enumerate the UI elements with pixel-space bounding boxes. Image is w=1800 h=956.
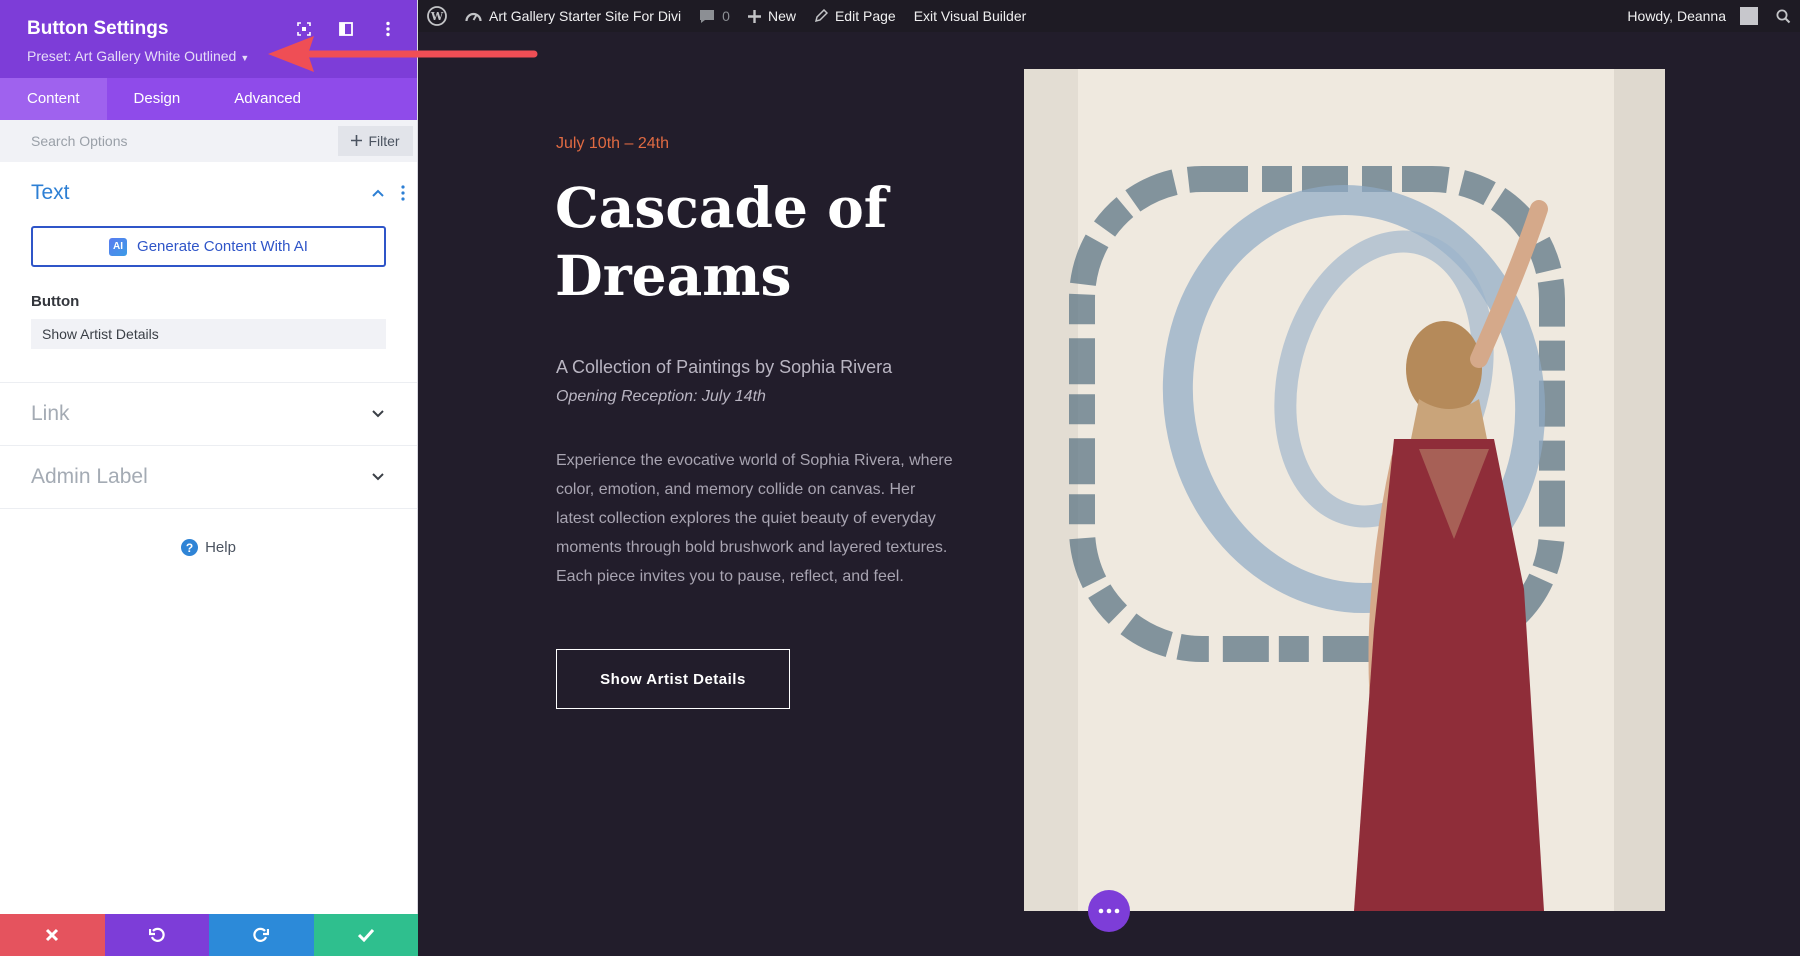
collection-subtitle: A Collection of Paintings by Sophia Rive…	[556, 357, 893, 377]
edit-page-link[interactable]: Edit Page	[805, 0, 905, 32]
edit-page-label: Edit Page	[834, 8, 896, 24]
new-label: New	[767, 8, 796, 24]
tab-content[interactable]: Content	[0, 78, 107, 120]
preset-selector[interactable]: Preset: Art Gallery White Outlined	[27, 48, 236, 64]
greeting: Howdy, Deanna	[1627, 8, 1726, 24]
plus-icon	[747, 9, 761, 23]
undo-icon	[148, 927, 165, 942]
wordpress-logo[interactable]: W	[418, 0, 456, 32]
comments-count: 0	[722, 8, 730, 24]
section-text-body: AI Generate Content With AI Button	[0, 224, 417, 382]
section-link-toggle[interactable]: Link	[0, 383, 417, 445]
filter-button[interactable]: Filter	[338, 126, 413, 156]
undo-button[interactable]	[104, 914, 209, 956]
section-admin-label-toggle[interactable]: Admin Label	[0, 446, 417, 508]
wordpress-icon: W	[427, 6, 447, 26]
tab-design[interactable]: Design	[107, 78, 208, 120]
comments-link[interactable]: 0	[690, 0, 739, 32]
module-options-button[interactable]	[1088, 890, 1130, 932]
settings-panel: Button Settings Preset: Art Gallery Whit…	[0, 0, 418, 956]
user-menu[interactable]: Howdy, Deanna	[1618, 0, 1767, 32]
save-button[interactable]	[313, 914, 418, 956]
search-options-input[interactable]	[31, 133, 311, 149]
filter-label: Filter	[368, 133, 400, 149]
page-title: Cascade of Dreams	[555, 175, 888, 308]
avatar	[1740, 7, 1758, 25]
section-admin-label-title: Admin Label	[31, 465, 148, 488]
search-row: Filter	[0, 120, 417, 162]
exhibition-dates: July 10th – 24th	[556, 135, 669, 152]
artist-painting-photo	[1024, 69, 1665, 911]
opening-reception: Opening Reception: July 14th	[556, 388, 766, 405]
more-horizontal-icon	[1098, 908, 1120, 914]
comment-icon	[700, 9, 715, 23]
generate-ai-button[interactable]: AI Generate Content With AI	[31, 226, 386, 267]
dashboard-gauge-icon	[465, 12, 482, 22]
panel-action-bar	[0, 914, 418, 956]
section-link-title: Link	[31, 402, 70, 425]
annotation-arrow-icon	[268, 36, 538, 72]
new-content-link[interactable]: New	[739, 0, 805, 32]
site-name-link[interactable]: Art Gallery Starter Site For Divi	[456, 0, 690, 32]
svg-text:W: W	[430, 10, 444, 23]
tab-advanced[interactable]: Advanced	[207, 78, 328, 120]
site-name: Art Gallery Starter Site For Divi	[489, 8, 682, 24]
generate-ai-label: Generate Content With AI	[137, 238, 308, 255]
ai-icon: AI	[109, 237, 128, 256]
exit-visual-builder-label: Exit Visual Builder	[913, 8, 1027, 24]
redo-icon	[253, 927, 270, 942]
section-text-toggle[interactable]: Text	[0, 162, 417, 224]
help-icon: ?	[181, 539, 199, 556]
plus-icon	[351, 133, 363, 149]
caret-down-icon[interactable]: ▼	[240, 53, 249, 63]
button-text-input[interactable]	[31, 319, 386, 349]
redo-button[interactable]	[209, 914, 314, 956]
help-link[interactable]: ? Help	[0, 539, 417, 556]
show-artist-details-button[interactable]: Show Artist Details	[556, 649, 790, 709]
close-icon	[46, 928, 59, 942]
chevron-down-icon[interactable]	[371, 470, 385, 484]
discard-button[interactable]	[0, 914, 105, 956]
section-link: Link	[0, 383, 417, 446]
admin-bar-right: Howdy, Deanna	[1618, 0, 1800, 32]
help-label: Help	[205, 539, 236, 556]
admin-bar: W Art Gallery Starter Site For Divi 0 Ne…	[418, 0, 1800, 32]
chevron-up-icon[interactable]	[371, 186, 385, 200]
search-icon	[1776, 9, 1791, 23]
page-canvas: July 10th – 24th Cascade of Dreams A Col…	[418, 32, 1800, 956]
button-field-label: Button	[31, 293, 80, 310]
admin-search-button[interactable]	[1767, 0, 1800, 32]
pencil-icon	[814, 9, 828, 23]
section-text-title: Text	[31, 181, 70, 204]
section-text: Text AI Generate Content With AI Button	[0, 162, 417, 383]
exit-visual-builder-link[interactable]: Exit Visual Builder	[905, 0, 1036, 32]
settings-tabs: Content Design Advanced	[0, 78, 417, 120]
section-more-icon[interactable]	[400, 184, 406, 202]
section-admin-label: Admin Label	[0, 446, 417, 509]
collection-description: Experience the evocative world of Sophia…	[556, 452, 953, 585]
chevron-down-icon[interactable]	[371, 407, 385, 421]
checkmark-icon	[357, 928, 374, 942]
